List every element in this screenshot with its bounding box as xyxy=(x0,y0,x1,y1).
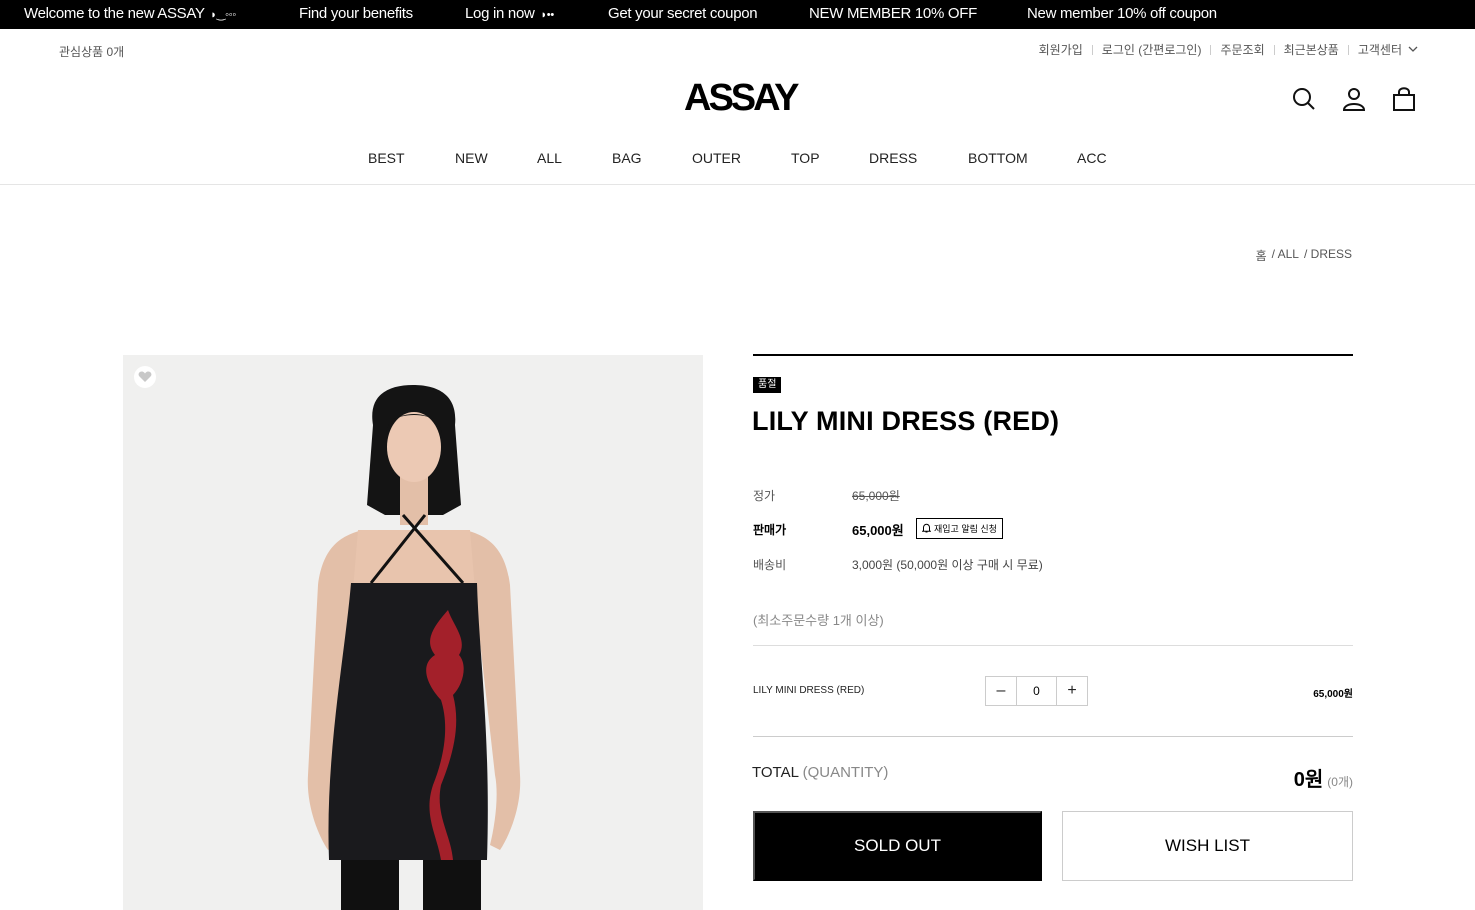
nav-item-bag[interactable]: BAG xyxy=(612,150,642,166)
restock-label: 재입고 알림 신청 xyxy=(934,524,997,534)
decrease-button[interactable]: – xyxy=(986,677,1016,705)
quantity-stepper: – 0 + xyxy=(985,676,1088,706)
ticker-item[interactable]: NEW MEMBER 10% OFF xyxy=(809,5,977,22)
account-icon[interactable] xyxy=(1341,86,1367,112)
ticker-item[interactable]: Log in now ◗•• xyxy=(465,5,554,22)
divider xyxy=(1091,44,1093,55)
option-price: 65,000원 xyxy=(1313,689,1353,700)
announcement-ticker: Welcome to the new ASSAY ◗‿◦◦◦ Find your… xyxy=(0,0,1475,29)
wish-list-button[interactable]: WISH LIST xyxy=(1062,811,1353,881)
customer-center-link[interactable]: 고객센터 xyxy=(1358,41,1402,58)
wishlist-count[interactable]: 관심상품 0개 xyxy=(59,43,124,60)
signup-link[interactable]: 회원가입 xyxy=(1039,41,1083,58)
login-link[interactable]: 로그인 (간편로그인) xyxy=(1102,41,1202,58)
nav-item-top[interactable]: TOP xyxy=(791,150,820,166)
total-price: 0원 xyxy=(1293,769,1324,791)
order-lookup-link[interactable]: 주문조회 xyxy=(1220,41,1264,58)
option-name: LILY MINI DRESS (RED) xyxy=(753,685,865,696)
nav-item-outer[interactable]: OUTER xyxy=(692,150,741,166)
nav-item-acc[interactable]: ACC xyxy=(1077,150,1107,166)
total-quantity-text: (QUANTITY) xyxy=(802,764,889,781)
restock-alert-button[interactable]: 재입고 알림 신청 xyxy=(916,518,1003,539)
shipping-fee: 3,000원 (50,000원 이상 구매 시 무료) xyxy=(852,558,1043,572)
sold-out-button[interactable]: SOLD OUT xyxy=(753,811,1042,881)
divider xyxy=(1210,44,1212,55)
total-text: TOTAL xyxy=(752,764,799,781)
model-illustration xyxy=(123,355,703,910)
total-label: TOTAL (QUANTITY) xyxy=(752,764,888,781)
nav-item-best[interactable]: BEST xyxy=(368,150,405,166)
sale-price-label: 판매가 xyxy=(753,523,787,537)
bell-icon xyxy=(921,523,932,535)
breadcrumb-dress[interactable]: / DRESS xyxy=(1304,247,1352,264)
total-amount: 0원 (0개) xyxy=(1294,763,1353,792)
nav-item-dress[interactable]: DRESS xyxy=(869,150,917,166)
nav-item-all[interactable]: ALL xyxy=(537,150,562,166)
breadcrumb-home[interactable]: 홈 xyxy=(1256,247,1267,264)
chevron-down-icon[interactable] xyxy=(1408,44,1418,55)
ticker-item[interactable]: Find your benefits xyxy=(299,5,413,22)
divider xyxy=(0,184,1475,185)
increase-button[interactable]: + xyxy=(1057,677,1087,705)
shipping-label: 배송비 xyxy=(753,558,787,572)
heart-icon[interactable] xyxy=(134,366,156,388)
product-title: LILY MINI DRESS (RED) xyxy=(752,406,1060,436)
sold-out-badge: 품절 xyxy=(753,377,782,393)
breadcrumb-all[interactable]: / ALL xyxy=(1272,247,1299,264)
utility-links: 회원가입 로그인 (간편로그인) 주문조회 최근본상품 고객센터 xyxy=(1039,41,1418,58)
ticker-item[interactable]: New member 10% off coupon xyxy=(1027,5,1217,22)
divider xyxy=(1273,44,1275,55)
total-count: (0개) xyxy=(1327,775,1353,789)
breadcrumb: 홈 / ALL / DRESS xyxy=(1256,247,1352,264)
recent-products-link[interactable]: 최근본상품 xyxy=(1284,41,1339,58)
product-image xyxy=(123,355,703,910)
divider xyxy=(753,354,1353,356)
divider xyxy=(1347,44,1349,55)
min-order-note: (최소주문수량 1개 이상) xyxy=(753,613,884,628)
nav-item-new[interactable]: NEW xyxy=(455,150,488,166)
divider xyxy=(753,645,1353,646)
site-logo[interactable]: ASSAY xyxy=(684,79,799,117)
list-price-label: 정가 xyxy=(753,489,776,503)
ticker-item[interactable]: Get your secret coupon xyxy=(608,5,758,22)
main-nav: BEST NEW ALL BAG OUTER TOP DRESS BOTTOM … xyxy=(0,150,1475,184)
sale-price: 65,000원 xyxy=(852,523,904,538)
ticker-item[interactable]: Welcome to the new ASSAY ◗‿◦◦◦ xyxy=(24,5,236,22)
nav-item-bottom[interactable]: BOTTOM xyxy=(968,150,1028,166)
divider xyxy=(753,736,1353,737)
cart-icon[interactable] xyxy=(1391,86,1417,112)
quantity-input[interactable]: 0 xyxy=(1016,677,1057,705)
header-icons xyxy=(1291,86,1417,112)
search-icon[interactable] xyxy=(1291,86,1317,112)
list-price: 65,000원 xyxy=(852,489,900,503)
